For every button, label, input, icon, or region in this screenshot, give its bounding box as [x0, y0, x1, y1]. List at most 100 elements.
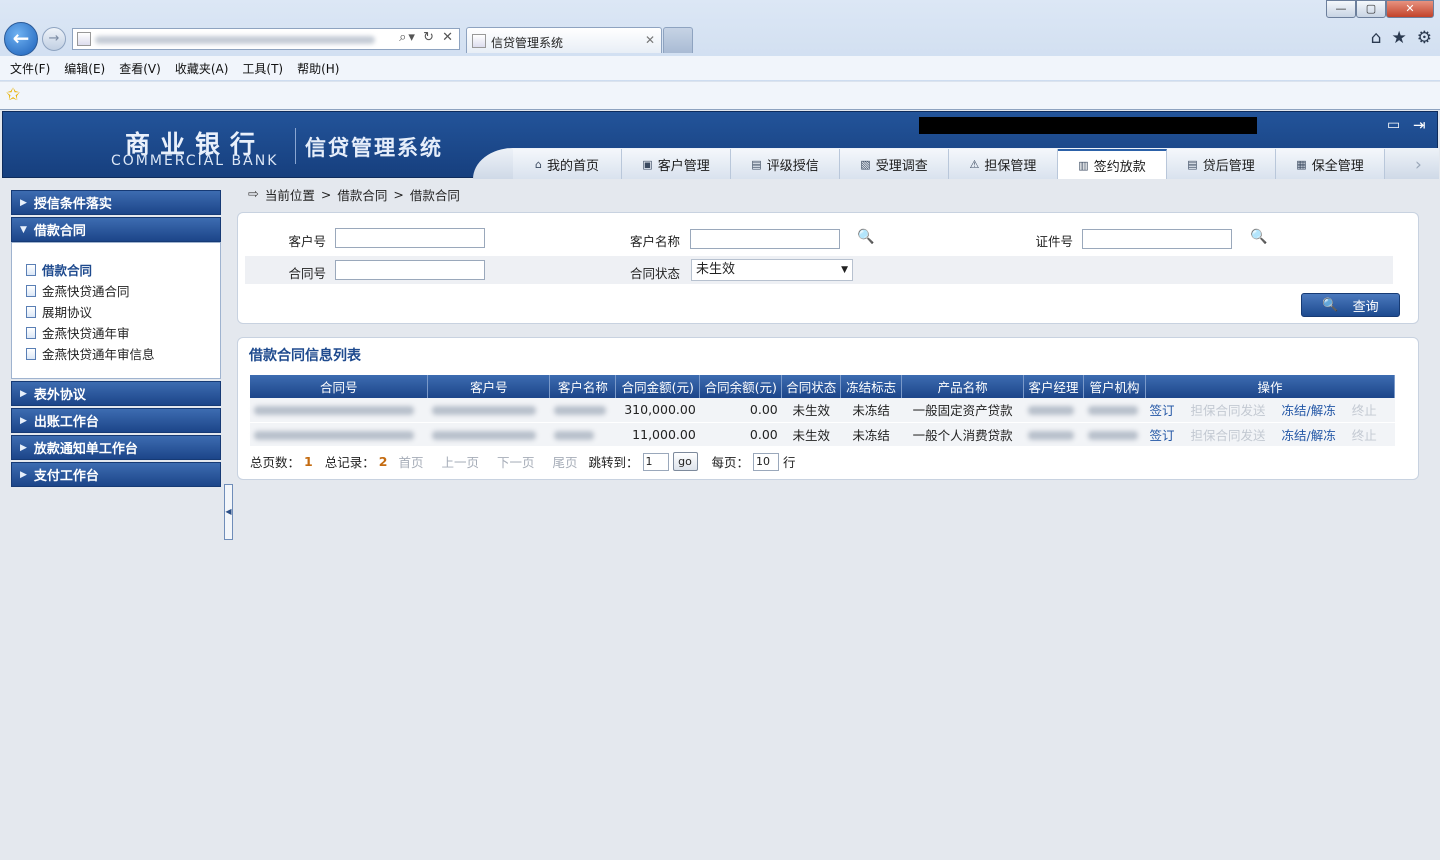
total-pages-value: 1	[304, 454, 313, 469]
col-contract-no[interactable]: 合同号	[250, 375, 429, 398]
sidebar-section-payment-desk[interactable]: ▶ 支付工作台	[11, 462, 221, 487]
monitor-icon[interactable]: ▭	[1387, 117, 1400, 133]
sidebar-section-disbursement-desk[interactable]: ▶ 出账工作台	[11, 408, 221, 433]
logout-icon[interactable]: ⇥	[1413, 116, 1426, 134]
tab-acceptance-survey[interactable]: ▧ 受理调查	[840, 149, 949, 179]
sidebar-item-extension-agreement[interactable]: 展期协议	[26, 301, 220, 322]
sidebar-collapse-handle[interactable]: ◀	[224, 484, 233, 540]
customer-no-label: 客户号	[288, 234, 326, 249]
freeze-unfreeze-link[interactable]: 冻结/解冻	[1281, 403, 1335, 418]
breadcrumb-level1[interactable]: 借款合同	[337, 185, 387, 204]
back-button[interactable]: ←	[4, 22, 38, 56]
redacted-text	[431, 406, 536, 416]
col-freeze-flag[interactable]: 冻结标志	[840, 375, 903, 398]
customer-icon: ▣	[642, 157, 653, 171]
contract-no-input[interactable]	[335, 260, 485, 280]
menu-favorites[interactable]: 收藏夹(A)	[175, 60, 229, 77]
col-customer-name[interactable]: 客户名称	[549, 375, 617, 398]
sidebar-item-quick-loan-contract[interactable]: 金燕快贷通合同	[26, 280, 220, 301]
menu-edit[interactable]: 编辑(E)	[64, 60, 105, 77]
post-loan-icon: ▤	[1187, 157, 1198, 171]
gear-icon[interactable]: ⚙	[1417, 28, 1432, 48]
customer-name-input[interactable]	[690, 229, 840, 249]
customer-no-input[interactable]	[335, 228, 485, 248]
col-managing-branch[interactable]: 管户机构	[1083, 375, 1146, 398]
col-product-name[interactable]: 产品名称	[901, 375, 1025, 398]
minimize-button[interactable]: —	[1326, 0, 1356, 18]
col-customer-no[interactable]: 客户号	[427, 375, 551, 398]
sign-link[interactable]: 签订	[1149, 428, 1174, 443]
magnifier-icon[interactable]: 🔍	[857, 229, 874, 245]
col-account-manager[interactable]: 客户经理	[1023, 375, 1085, 398]
tab-guarantee-management[interactable]: ⚠ 担保管理	[949, 149, 1058, 179]
tab-label: 我的首页	[546, 158, 599, 174]
col-contract-amount[interactable]: 合同金额(元)	[615, 375, 701, 398]
cell-contract-no-redacted[interactable]	[250, 422, 428, 447]
star-icon[interactable]: ★	[1392, 28, 1407, 48]
tab-home[interactable]: ⌂ 我的首页	[513, 149, 622, 179]
menu-view[interactable]: 查看(V)	[119, 60, 161, 77]
query-button[interactable]: 🔍 查询	[1301, 293, 1400, 317]
preservation-icon: ▦	[1296, 157, 1307, 171]
sidebar-section-loan-contract[interactable]: ▼ 借款合同	[11, 217, 221, 242]
tab-close-icon[interactable]: ✕	[645, 33, 655, 47]
last-page-link[interactable]: 尾页	[552, 452, 577, 471]
rating-icon: ▤	[751, 157, 762, 171]
cell-contract-amount: 11,000.00	[615, 422, 700, 447]
jump-page-input[interactable]: 1	[642, 452, 669, 471]
close-window-button[interactable]: ✕	[1386, 0, 1434, 18]
per-page-input[interactable]: 10	[753, 452, 780, 471]
sidebar-item-label: 金燕快贷通年审	[42, 326, 130, 341]
col-contract-balance[interactable]: 合同余额(元)	[699, 375, 783, 398]
address-bar[interactable]: ⌕▾ ↻ ✕	[72, 28, 460, 50]
tab-rating-credit[interactable]: ▤ 评级授信	[731, 149, 840, 179]
id-no-input[interactable]	[1082, 229, 1232, 249]
sidebar-item-annual-review-info[interactable]: 金燕快贷通年审信息	[26, 343, 220, 364]
next-page-link[interactable]: 下一页	[497, 452, 535, 471]
sign-link[interactable]: 签订	[1149, 403, 1174, 418]
cell-customer-no-redacted	[427, 422, 550, 447]
tab-post-loan[interactable]: ▤ 贷后管理	[1167, 149, 1276, 179]
tab-label: 客户管理	[657, 158, 710, 174]
sidebar-item-annual-review[interactable]: 金燕快贷通年审	[26, 322, 220, 343]
cell-branch-redacted	[1083, 398, 1146, 423]
sidebar-section-label: 表外协议	[33, 388, 86, 403]
freeze-unfreeze-link[interactable]: 冻结/解冻	[1281, 428, 1335, 443]
contract-status-select[interactable]: 未生效 ▼	[691, 259, 853, 281]
dropdown-arrow-icon: ▼	[841, 265, 848, 275]
document-icon	[26, 326, 36, 339]
pagination: 总页数： 1 总记录： 2 首页 上一页 下一页 尾页 跳转到： 1 go 每页…	[250, 452, 796, 471]
contract-list-panel: 借款合同信息列表 合同号 客户号 客户名称 合同金额(元) 合同余额(元) 合同…	[237, 337, 1419, 480]
sidebar-section-lending-notice-desk[interactable]: ▶ 放款通知单工作台	[11, 435, 221, 460]
favorites-star-icon[interactable]: ✩	[6, 85, 20, 105]
redacted-text	[553, 406, 606, 416]
maximize-button[interactable]: ▢	[1356, 0, 1386, 18]
chevron-right-icon[interactable]: ›	[1415, 155, 1422, 175]
cell-contract-no-redacted[interactable]	[250, 398, 428, 423]
go-button[interactable]: go	[672, 452, 698, 471]
home-icon[interactable]: ⌂	[1371, 28, 1382, 48]
menu-tools[interactable]: 工具(T)	[242, 60, 283, 77]
prev-page-link[interactable]: 上一页	[441, 452, 479, 471]
col-contract-status[interactable]: 合同状态	[781, 375, 842, 398]
sidebar-section-off-balance[interactable]: ▶ 表外协议	[11, 381, 221, 406]
breadcrumb-separator: >	[320, 187, 332, 202]
address-tools[interactable]: ⌕▾ ↻ ✕	[399, 30, 455, 45]
sidebar-item-label: 金燕快贷通年审信息	[42, 347, 155, 362]
forward-button[interactable]: →	[42, 27, 66, 51]
tab-customer-management[interactable]: ▣ 客户管理	[622, 149, 731, 179]
first-page-link[interactable]: 首页	[398, 452, 423, 471]
menu-help[interactable]: 帮助(H)	[297, 60, 339, 77]
sidebar-item-loan-contract[interactable]: 借款合同	[26, 259, 220, 280]
browser-tab[interactable]: 信贷管理系统 ✕	[466, 27, 662, 53]
tab-signing-lending[interactable]: ▥ 签约放款	[1058, 149, 1167, 179]
system-name: 信贷管理系统	[305, 136, 443, 160]
tab-preservation[interactable]: ▦ 保全管理	[1276, 149, 1385, 179]
sidebar-section-credit-conditions[interactable]: ▶ 授信条件落实	[11, 190, 221, 215]
menu-file[interactable]: 文件(F)	[10, 60, 50, 77]
new-tab-button[interactable]	[663, 27, 693, 53]
cell-contract-status: 未生效	[781, 398, 841, 423]
magnifier-icon[interactable]: 🔍	[1250, 229, 1267, 245]
cell-operations: 签订 担保合同发送 冻结/解冻 终止	[1145, 422, 1395, 447]
per-page-unit: 行	[783, 455, 796, 470]
